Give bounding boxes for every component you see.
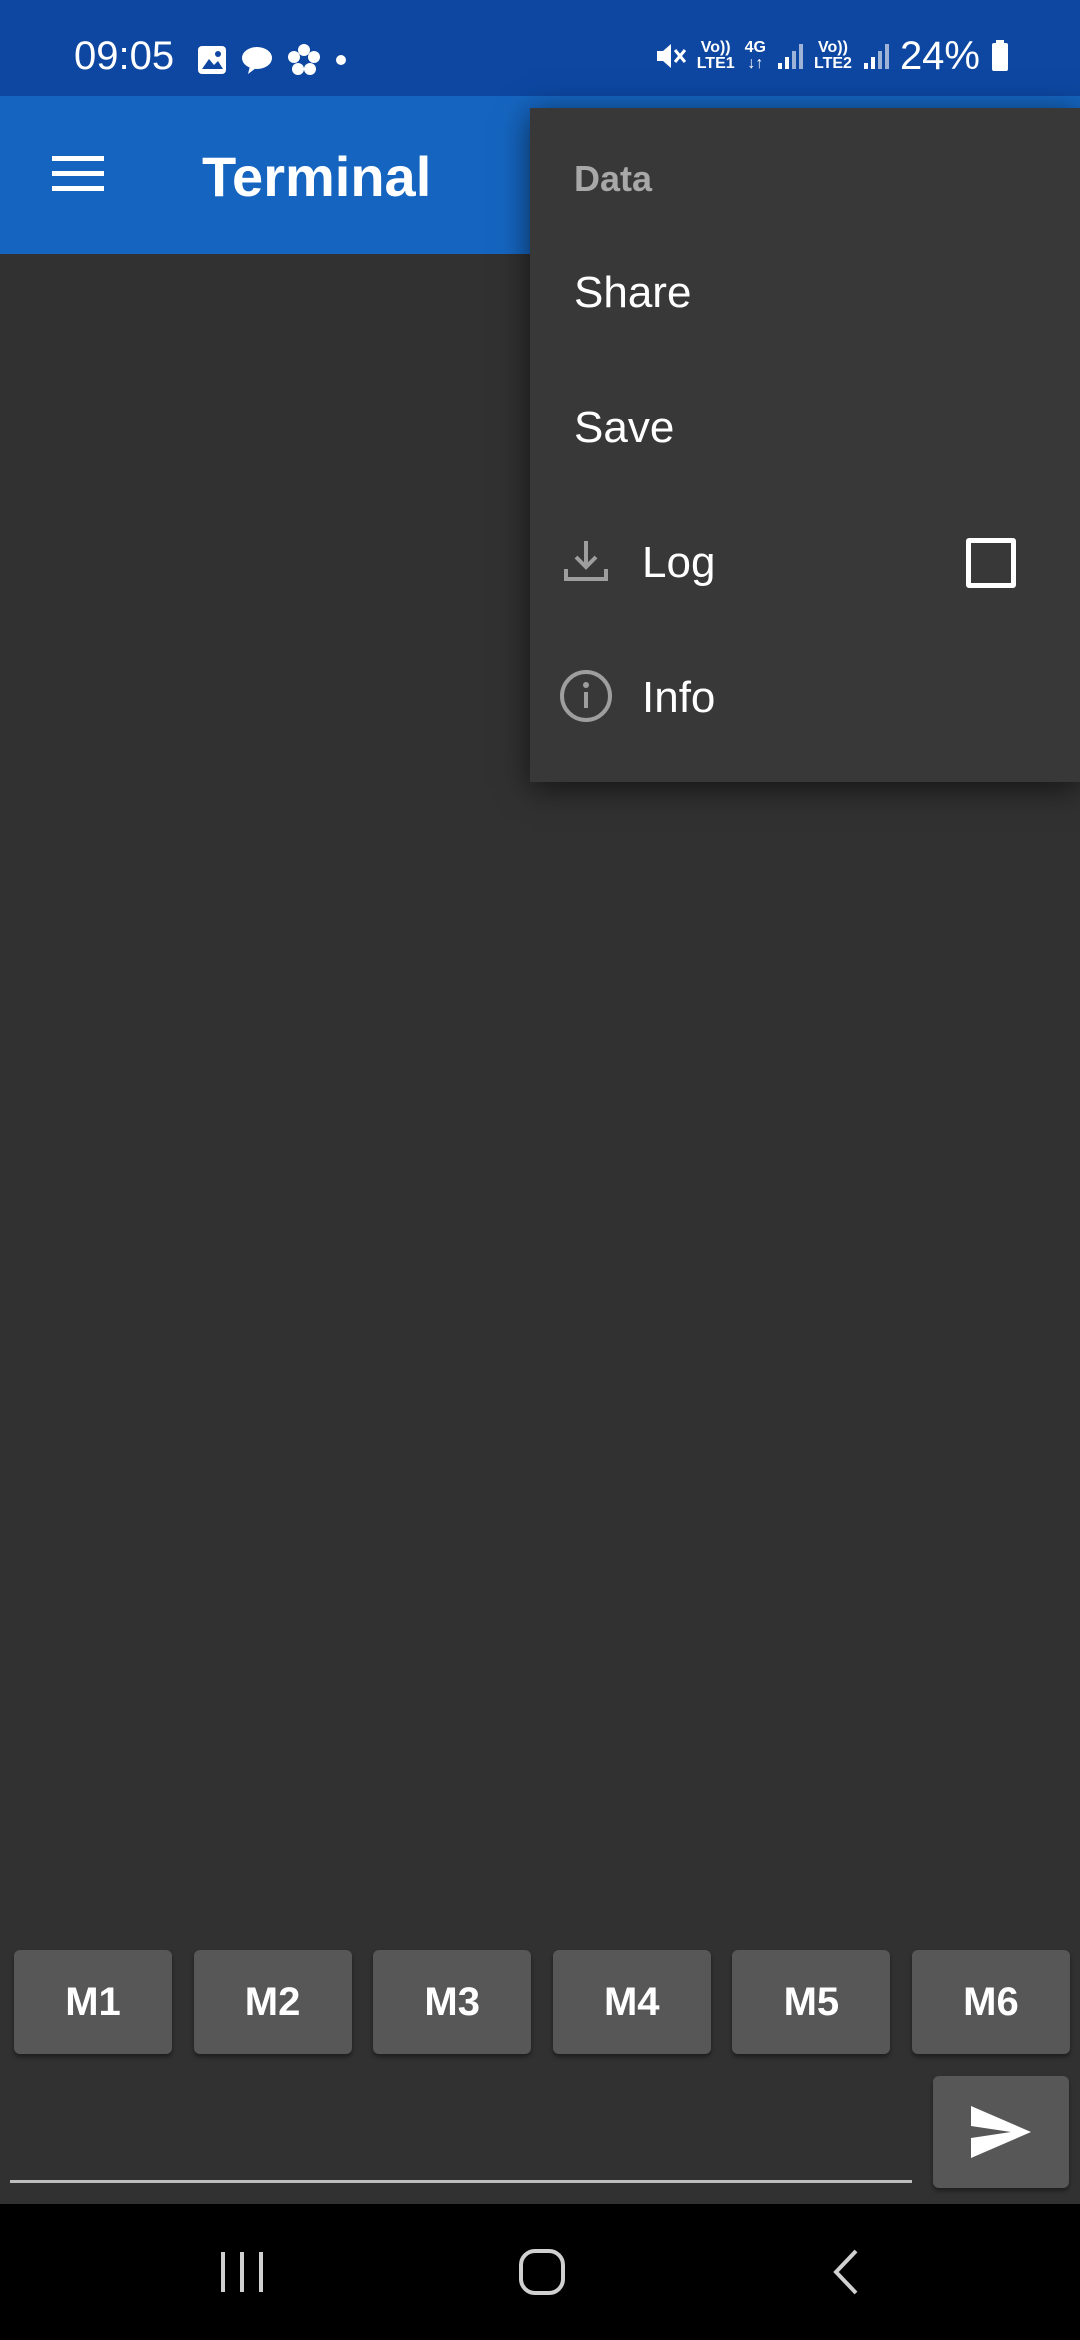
input-underline [10,2180,912,2183]
chat-icon [242,47,272,74]
log-checkbox[interactable] [966,538,1016,588]
macro-button-m5[interactable]: M5 [732,1950,891,2054]
mute-icon [656,44,686,68]
page-title: Terminal [202,145,432,208]
info-icon [560,670,612,722]
menu-item-label: Save [574,403,675,452]
signal-icon [863,44,889,69]
system-nav-bar [0,2204,1080,2340]
status-bar: 09:05 Vo)) LTE1 4G ↓↑ Vo)) LTE2 24% [0,0,1080,96]
hamburger-menu-button[interactable] [50,152,106,196]
send-button[interactable] [933,2076,1069,2188]
notification-dot-icon [336,55,346,65]
macro-button-m1[interactable]: M1 [14,1950,172,2054]
status-right: Vo)) LTE1 4G ↓↑ Vo)) LTE2 24% [653,36,1010,76]
macro-button-row: M1 M2 M3 M4 M5 M6 [14,1950,1070,2054]
flower-icon [288,44,320,75]
back-icon [833,2249,858,2295]
macro-button-m2[interactable]: M2 [193,1950,352,2054]
macro-button-m6[interactable]: M6 [911,1950,1070,2054]
download-icon [564,541,608,581]
sim1-label: Vo)) LTE1 [696,39,735,72]
menu-item-info[interactable]: Info [530,631,1080,761]
back-button[interactable] [746,2204,946,2340]
notification-icons [196,42,348,78]
home-button[interactable] [442,2204,642,2340]
status-time: 09:05 [74,34,175,78]
menu-item-label: Info [642,673,716,722]
menu-item-log[interactable]: Log [530,496,1080,626]
send-icon [971,2106,1031,2158]
menu-item-label: Share [574,268,692,317]
menu-header: Data [574,158,653,199]
signal-icon [778,44,803,69]
sim2-label: Vo)) LTE2 [814,39,852,72]
menu-icon [52,156,104,191]
recent-apps-icon [221,2252,263,2292]
macro-button-m4[interactable]: M4 [552,1950,711,2054]
terminal-screen: 09:05 Vo)) LTE1 4G ↓↑ Vo)) LTE2 24% Termina… [0,0,1080,2340]
menu-item-share[interactable]: Share [530,226,1080,356]
menu-item-save[interactable]: Save [530,361,1080,491]
network-type-label: 4G ↓↑ [744,39,766,72]
macro-button-m3[interactable]: M3 [373,1950,532,2054]
battery-icon [992,40,1008,71]
gallery-icon [198,46,226,74]
menu-item-label: Log [642,538,716,587]
overflow-menu: Data Share Save Log Info [530,108,1080,782]
recent-apps-button[interactable] [142,2204,342,2340]
home-icon [519,2249,565,2295]
battery-percent: 24% [899,34,980,78]
send-text-input[interactable] [10,2080,912,2178]
